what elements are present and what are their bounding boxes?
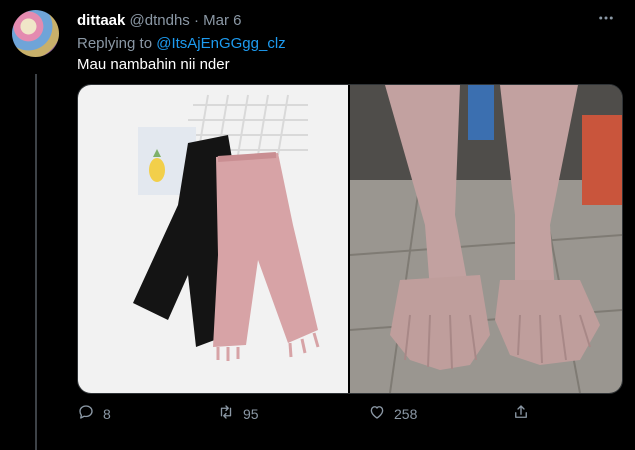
retweet-icon <box>217 403 235 424</box>
replying-mention[interactable]: @ItsAjEnGGgg_clz <box>156 35 285 52</box>
replying-prefix: Replying to <box>77 35 153 52</box>
action-bar: 8 95 258 <box>77 403 537 425</box>
share-icon <box>512 403 530 424</box>
more-icon[interactable] <box>597 9 615 32</box>
separator-dot: · <box>193 12 199 29</box>
avatar[interactable] <box>12 10 59 57</box>
media-photo-legs[interactable] <box>350 85 622 393</box>
tweet-text: Mau nambahin nii nder <box>77 56 230 73</box>
share-button[interactable] <box>512 403 530 424</box>
reply-count: 8 <box>103 405 111 422</box>
tweet-media[interactable] <box>77 84 623 394</box>
user-handle[interactable]: @dtndhs <box>130 12 190 29</box>
reply-icon <box>77 403 95 424</box>
replying-to: Replying to @ItsAjEnGGgg_clz <box>77 35 286 52</box>
like-button[interactable]: 258 <box>368 403 417 424</box>
display-name[interactable]: dittaak <box>77 12 125 29</box>
media-photo-pants[interactable] <box>78 85 348 393</box>
heart-icon <box>368 403 386 424</box>
thread-line <box>35 74 37 450</box>
reply-button[interactable]: 8 <box>77 403 111 424</box>
tweet-header: dittaak @dtndhs · Mar 6 <box>77 12 615 32</box>
tweet-date[interactable]: Mar 6 <box>203 12 241 29</box>
like-count: 258 <box>394 405 418 422</box>
retweet-count: 95 <box>243 405 259 422</box>
retweet-button[interactable]: 95 <box>217 403 259 424</box>
